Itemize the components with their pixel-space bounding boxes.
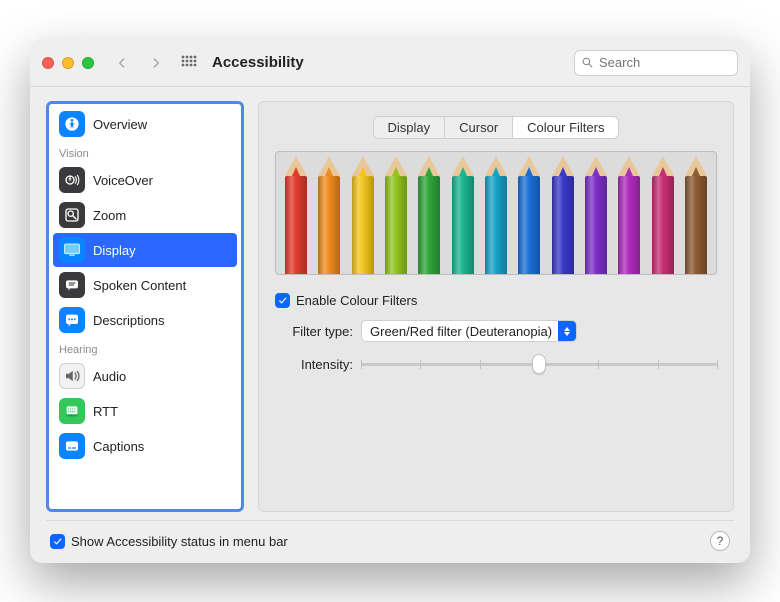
- sidebar-item-display[interactable]: Display: [53, 233, 237, 267]
- intensity-label: Intensity:: [275, 357, 353, 372]
- sidebar-item-label: Descriptions: [93, 313, 165, 328]
- pencil-icon: [282, 152, 310, 274]
- sidebar-item-label: Overview: [93, 117, 147, 132]
- search-field[interactable]: [574, 50, 738, 76]
- sidebar-item-label: VoiceOver: [93, 173, 153, 188]
- sidebar-item-captions[interactable]: Captions: [53, 429, 237, 463]
- enable-colour-filters-label: Enable Colour Filters: [296, 293, 417, 308]
- sidebar-scroll[interactable]: Overview Vision VoiceOver Zoom: [49, 104, 241, 509]
- toolbar: Accessibility: [30, 39, 750, 87]
- window-title: Accessibility: [212, 54, 304, 71]
- intensity-slider-knob[interactable]: [532, 354, 546, 374]
- zoom-window-button[interactable]: [82, 57, 94, 69]
- tab-bar: Display Cursor Colour Filters: [373, 116, 620, 139]
- sidebar-item-descriptions[interactable]: Descriptions: [53, 303, 237, 337]
- pencil-icon: [449, 152, 477, 274]
- show-all-button[interactable]: [178, 52, 200, 74]
- search-input[interactable]: [599, 55, 731, 70]
- pencil-icon: [549, 152, 577, 274]
- sidebar-item-rtt[interactable]: RTT: [53, 394, 237, 428]
- sidebar-item-label: Captions: [93, 439, 144, 454]
- sidebar-item-voiceover[interactable]: VoiceOver: [53, 163, 237, 197]
- sidebar-item-label: Audio: [93, 369, 126, 384]
- close-window-button[interactable]: [42, 57, 54, 69]
- help-icon: ?: [717, 534, 724, 548]
- back-button[interactable]: [110, 51, 134, 75]
- pencil-icon: [482, 152, 510, 274]
- preferences-window: Accessibility Overview Vision: [30, 39, 750, 563]
- sidebar-section-vision: Vision: [51, 142, 239, 162]
- overview-icon: [59, 111, 85, 137]
- minimize-window-button[interactable]: [62, 57, 74, 69]
- audio-icon: [59, 363, 85, 389]
- sidebar-item-label: RTT: [93, 404, 118, 419]
- select-stepper-icon: [558, 321, 576, 341]
- tab-display[interactable]: Display: [374, 117, 446, 138]
- search-icon: [581, 56, 594, 69]
- pencil-icon: [415, 152, 443, 274]
- pencil-icon: [649, 152, 677, 274]
- pencil-icon: [615, 152, 643, 274]
- pencil-icon: [382, 152, 410, 274]
- sidebar-item-audio[interactable]: Audio: [53, 359, 237, 393]
- tab-colour-filters[interactable]: Colour Filters: [513, 117, 618, 138]
- show-status-checkbox[interactable]: [50, 534, 65, 549]
- zoom-icon: [59, 202, 85, 228]
- rtt-icon: [59, 398, 85, 424]
- footer: Show Accessibility status in menu bar ?: [46, 520, 734, 553]
- voiceover-icon: [59, 167, 85, 193]
- sidebar: Overview Vision VoiceOver Zoom: [46, 101, 244, 512]
- spoken-content-icon: [59, 272, 85, 298]
- forward-button[interactable]: [144, 51, 168, 75]
- content-pane: Display Cursor Colour Filters Enable Col…: [258, 101, 734, 512]
- sidebar-item-zoom[interactable]: Zoom: [53, 198, 237, 232]
- intensity-slider[interactable]: [361, 354, 717, 374]
- sidebar-item-label: Zoom: [93, 208, 126, 223]
- help-button[interactable]: ?: [710, 531, 730, 551]
- filter-type-value: Green/Red filter (Deuteranopia): [370, 324, 552, 339]
- sidebar-item-label: Display: [93, 243, 136, 258]
- sidebar-item-overview[interactable]: Overview: [53, 107, 237, 141]
- descriptions-icon: [59, 307, 85, 333]
- filter-type-select[interactable]: Green/Red filter (Deuteranopia): [361, 320, 577, 342]
- pencil-icon: [349, 152, 377, 274]
- sidebar-item-label: Spoken Content: [93, 278, 186, 293]
- pencil-icon: [682, 152, 710, 274]
- sidebar-section-hearing: Hearing: [51, 338, 239, 358]
- window-controls: [42, 57, 94, 69]
- pencil-icon: [315, 152, 343, 274]
- show-status-label: Show Accessibility status in menu bar: [71, 534, 288, 549]
- pencil-icon: [582, 152, 610, 274]
- captions-icon: [59, 433, 85, 459]
- display-icon: [59, 237, 85, 263]
- filter-type-label: Filter type:: [275, 324, 353, 339]
- tab-cursor[interactable]: Cursor: [445, 117, 513, 138]
- pencil-icon: [515, 152, 543, 274]
- enable-colour-filters-checkbox[interactable]: [275, 293, 290, 308]
- colour-filter-preview: [275, 151, 717, 275]
- sidebar-item-spoken-content[interactable]: Spoken Content: [53, 268, 237, 302]
